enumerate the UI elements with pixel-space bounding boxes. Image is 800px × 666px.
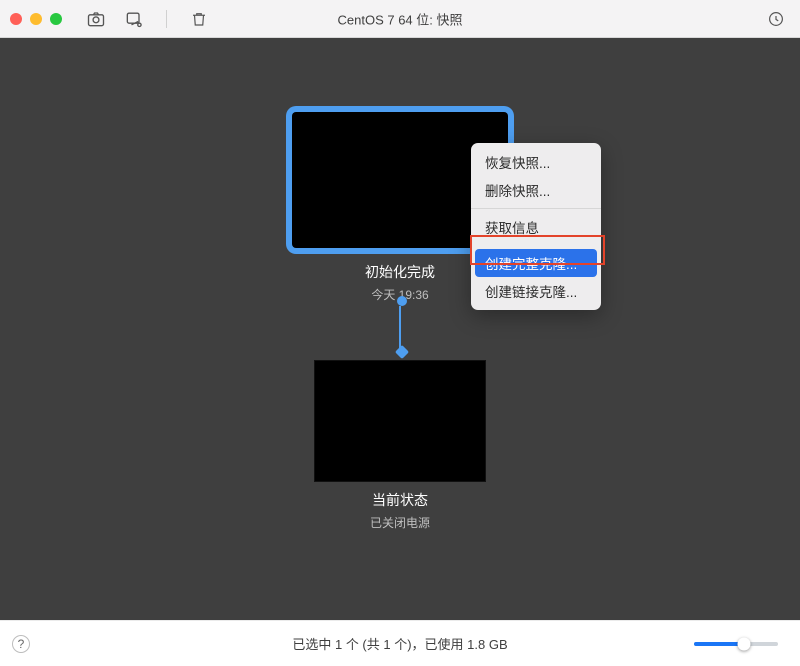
toolbar-divider bbox=[166, 10, 167, 28]
snapshot-current-title: 当前状态 bbox=[314, 490, 486, 510]
trash-icon[interactable] bbox=[189, 9, 209, 29]
snapshot-canvas[interactable]: 初始化完成 今天 19:36 当前状态 已关闭电源 恢复快照... 删除快照..… bbox=[0, 38, 800, 620]
snapshot-icon[interactable] bbox=[124, 9, 144, 29]
fullscreen-window-button[interactable] bbox=[50, 13, 62, 25]
context-menu: 恢复快照... 删除快照... 获取信息 创建完整克隆... 创建链接克隆... bbox=[471, 143, 601, 310]
window-controls bbox=[10, 13, 62, 25]
window-title: CentOS 7 64 位: 快照 bbox=[338, 9, 463, 28]
help-button[interactable]: ? bbox=[12, 635, 30, 653]
snapshot-connector bbox=[397, 296, 403, 357]
menu-item-getinfo[interactable]: 获取信息 bbox=[471, 208, 601, 241]
clock-icon[interactable] bbox=[766, 9, 786, 29]
menu-item-linked-clone[interactable]: 创建链接克隆... bbox=[471, 277, 601, 305]
close-window-button[interactable] bbox=[10, 13, 22, 25]
bottombar: ? 已选中 1 个 (共 1 个)，已使用 1.8 GB bbox=[0, 620, 800, 666]
menu-item-restore[interactable]: 恢复快照... bbox=[471, 148, 601, 176]
zoom-slider[interactable] bbox=[694, 642, 778, 646]
toolbar-left bbox=[86, 9, 209, 29]
status-text: 已选中 1 个 (共 1 个)，已使用 1.8 GB bbox=[292, 634, 507, 653]
zoom-slider-knob[interactable] bbox=[738, 637, 751, 650]
minimize-window-button[interactable] bbox=[30, 13, 42, 25]
snapshot-current-thumbnail[interactable] bbox=[314, 360, 486, 482]
menu-item-delete[interactable]: 删除快照... bbox=[471, 176, 601, 204]
camera-icon[interactable] bbox=[86, 9, 106, 29]
menu-item-full-clone[interactable]: 创建完整克隆... bbox=[475, 249, 597, 277]
snapshot-current-node[interactable]: 当前状态 已关闭电源 bbox=[314, 360, 486, 531]
titlebar: CentOS 7 64 位: 快照 bbox=[0, 0, 800, 38]
snapshot-current-sub: 已关闭电源 bbox=[314, 514, 486, 531]
